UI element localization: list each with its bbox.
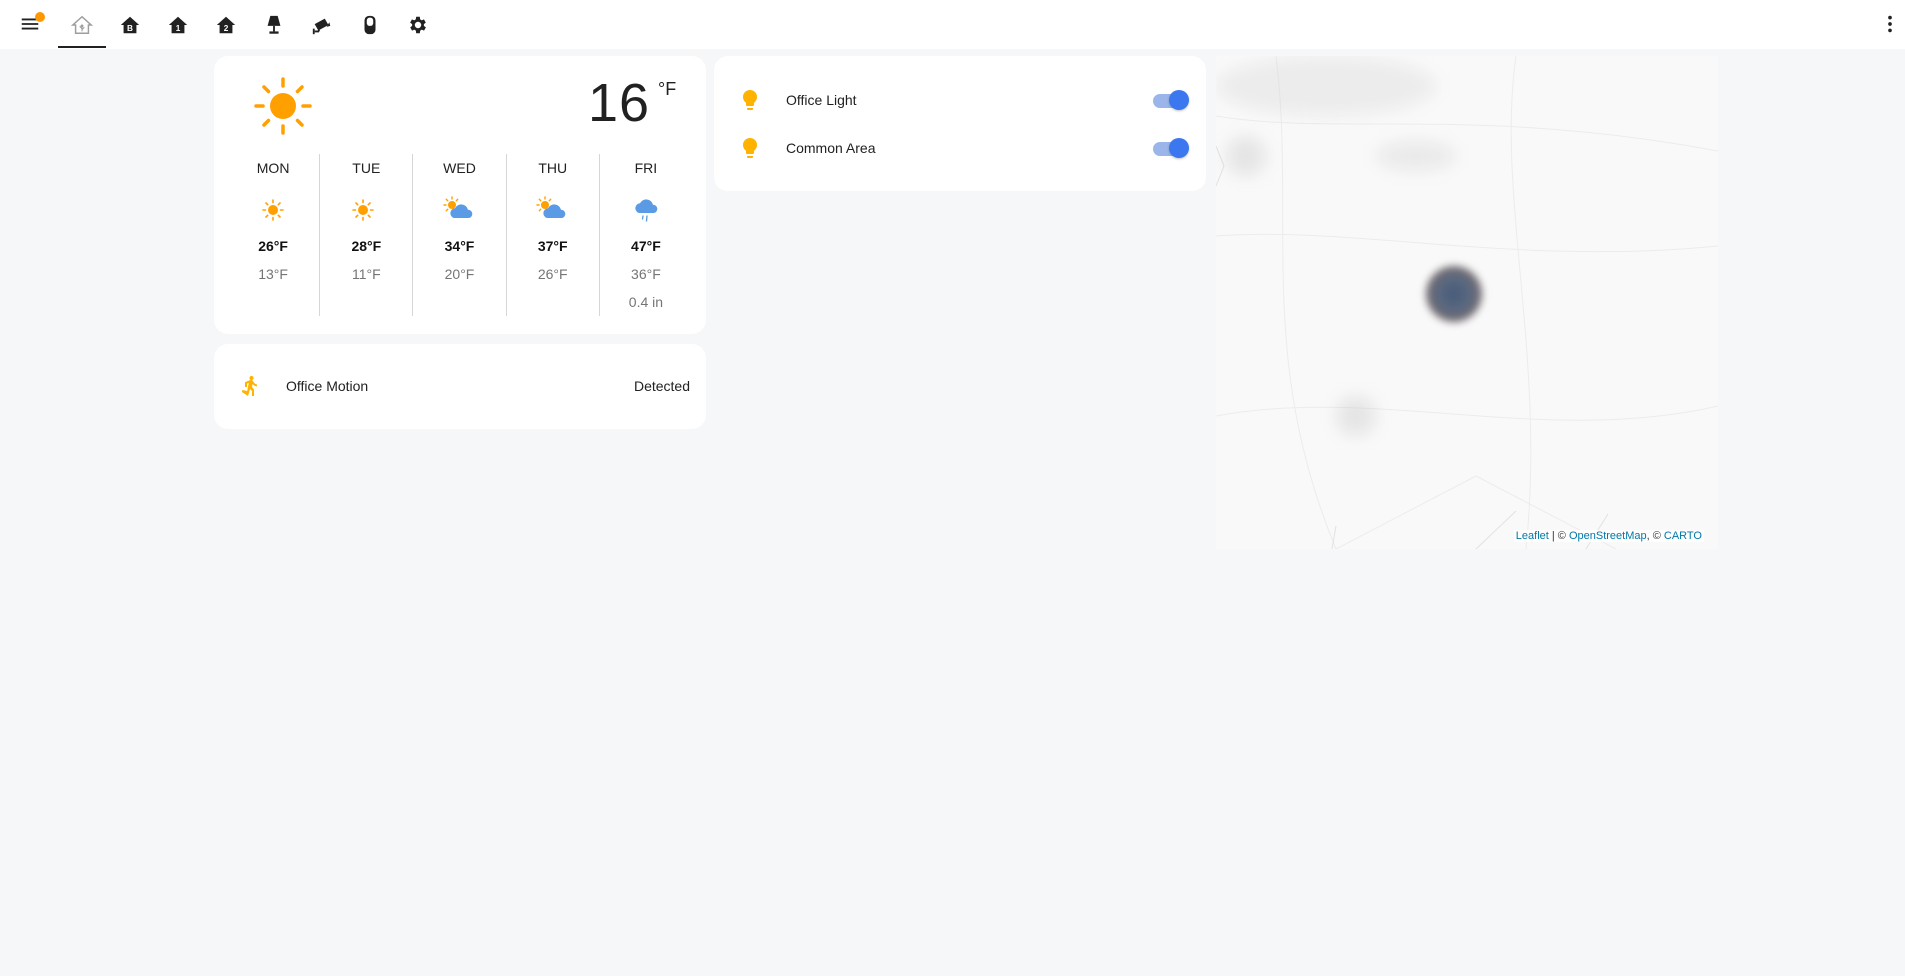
home-floor-1-icon: 1 [168, 16, 188, 33]
home-floor-2-icon: 2 [216, 16, 236, 33]
lights-entities-card [714, 56, 1206, 191]
tab-lamps[interactable] [250, 0, 298, 49]
partly-cloudy-icon [536, 196, 565, 218]
svg-text:B: B [127, 23, 133, 32]
lightbulb-icon[interactable] [738, 88, 762, 112]
tab-cameras[interactable] [298, 0, 346, 49]
map-label-blur [1376, 141, 1456, 171]
attribution-separator: , © [1646, 530, 1664, 542]
forecast-high: 34°F [444, 238, 475, 254]
forecast-list: MON 26°F 13°F TUE 28°F 11°F WED 34°F 20°… [227, 154, 692, 316]
map-label-blur [1226, 136, 1266, 176]
motion-sensor-state: Detected [633, 378, 690, 394]
forecast-day: FRI 47°F 36°F 0.4 in [598, 154, 692, 316]
tab-floor-basement[interactable]: B [106, 0, 154, 49]
map-label-blur [1216, 56, 1436, 116]
forecast-low: 20°F [444, 266, 475, 282]
office-light-toggle[interactable] [1153, 90, 1189, 110]
toggle-knob [1169, 138, 1189, 158]
forecast-high: 28°F [351, 238, 382, 254]
light-name: Office Light [786, 92, 857, 108]
tab-floor-1[interactable]: 1 [154, 0, 202, 49]
forecast-day: TUE 28°F 11°F [319, 154, 412, 316]
motion-sensor-name: Office Motion [286, 378, 369, 394]
home-floor-b-icon: B [120, 16, 140, 33]
tab-floor-2[interactable]: 2 [202, 0, 250, 49]
lamp-icon [267, 15, 281, 34]
common-area-toggle[interactable] [1153, 138, 1189, 158]
dots-vertical-icon [1888, 15, 1892, 33]
speaker-icon [364, 15, 376, 34]
light-name: Common Area [786, 140, 876, 156]
map-attribution: Leaflet | © OpenStreetMap, © CARTO [1513, 530, 1704, 542]
cctv-icon [312, 18, 331, 34]
sunny-icon [262, 199, 284, 221]
forecast-day-label: WED [443, 160, 476, 176]
forecast-day-label: TUE [352, 160, 381, 176]
forecast-low: 26°F [537, 266, 568, 282]
sunny-icon [352, 199, 375, 221]
forecast-day-label: MON [256, 160, 290, 176]
svg-text:2: 2 [224, 23, 229, 32]
current-temperature: 16 [588, 73, 651, 133]
notification-badge [35, 12, 45, 22]
forecast-high: 37°F [537, 238, 568, 254]
tab-speaker[interactable] [346, 0, 394, 49]
toggle-knob [1169, 90, 1189, 110]
home-assistant-icon [71, 15, 93, 34]
forecast-day: WED 34°F 20°F [412, 154, 505, 316]
forecast-low: 36°F [631, 266, 661, 282]
forecast-low: 11°F [351, 266, 381, 282]
leaflet-link[interactable]: Leaflet [1516, 530, 1549, 542]
tab-settings[interactable] [394, 0, 442, 49]
forecast-high: 26°F [258, 238, 288, 254]
attribution-separator: | © [1548, 530, 1569, 542]
person-avatar-marker[interactable] [1426, 266, 1482, 322]
lightbulb-icon[interactable] [738, 136, 762, 160]
gear-icon [410, 16, 426, 33]
forecast-day-label: THU [538, 160, 568, 176]
map-card[interactable]: Leaflet | © OpenStreetMap, © CARTO [1216, 56, 1718, 549]
openstreetmap-link[interactable]: OpenStreetMap [1569, 530, 1647, 542]
partly-cloudy-icon [442, 196, 472, 218]
forecast-precipitation: 0.4 in [628, 294, 664, 310]
sunny-icon [254, 77, 312, 135]
carto-link[interactable]: CARTO [1664, 530, 1702, 542]
forecast-day-label: FRI [634, 160, 658, 176]
forecast-high: 47°F [631, 238, 661, 254]
forecast-day: THU 37°F 26°F [505, 154, 599, 316]
rainy-icon [635, 199, 658, 222]
forecast-low: 13°F [258, 266, 288, 282]
top-app-bar: B 1 2 [0, 0, 1905, 49]
map-label-blur [1336, 396, 1376, 436]
overflow-menu-button[interactable] [1878, 12, 1902, 36]
forecast-day: MON 26°F 13°F [227, 154, 319, 316]
temperature-unit: °F [658, 79, 677, 99]
svg-text:1: 1 [176, 23, 181, 32]
motion-sensor-icon [241, 376, 257, 396]
tab-home[interactable] [58, 0, 106, 49]
